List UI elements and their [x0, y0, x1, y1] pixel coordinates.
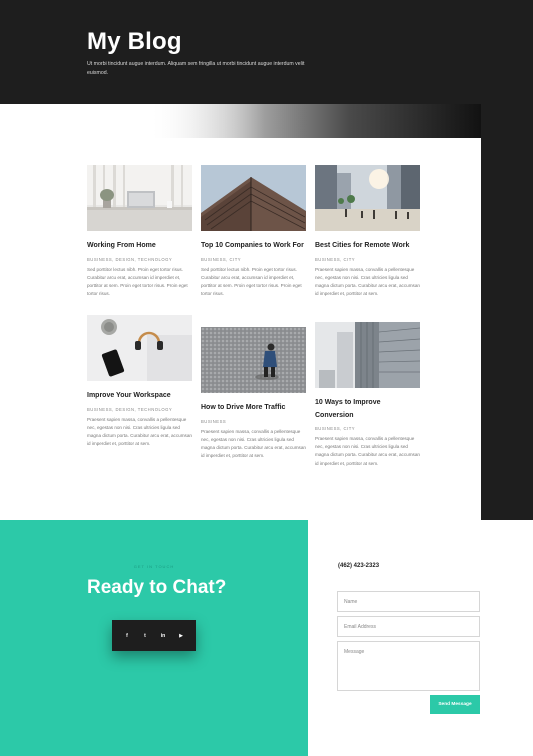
- post-image-desk[interactable]: [87, 165, 192, 231]
- post-title[interactable]: Improve Your Workspace: [87, 390, 192, 403]
- contact-heading: Ready to Chat?: [87, 577, 227, 598]
- post-excerpt: Praesent sapien massa, convallis a pelle…: [87, 416, 192, 447]
- linkedin-icon[interactable]: in: [158, 633, 168, 639]
- send-message-button[interactable]: Send Message: [430, 695, 480, 714]
- post-categories[interactable]: BUSINESS, CITY: [201, 257, 306, 262]
- page-subtitle: Ut morbi tincidunt augue interdum. Aliqu…: [87, 61, 305, 76]
- post-categories[interactable]: BUSINESS, CITY: [315, 257, 420, 262]
- post-categories[interactable]: BUSINESS, DESIGN, TECHNOLOGY: [87, 257, 192, 262]
- post-image-workspace[interactable]: [87, 315, 192, 381]
- post-image-skyscrapers[interactable]: [315, 322, 420, 388]
- post-image-building[interactable]: [201, 165, 306, 231]
- post-excerpt: Sed porttitor lectus nibh. Proin eget to…: [87, 266, 188, 297]
- post-excerpt: Praesent sapien massa, convallis a pelle…: [315, 266, 420, 297]
- post-title[interactable]: How to Drive More Traffic: [201, 402, 306, 415]
- blog-post-card[interactable]: Top 10 Companies to Work For BUSINESS, C…: [201, 165, 306, 298]
- post-excerpt: Sed porttitor lectus nibh. Proin eget to…: [201, 266, 302, 297]
- message-field[interactable]: [337, 641, 480, 691]
- post-categories[interactable]: BUSINESS, CITY: [315, 426, 420, 431]
- contact-kicker: GET IN TOUCH: [133, 564, 175, 569]
- post-title[interactable]: Top 10 Companies to Work For: [201, 240, 306, 253]
- post-title[interactable]: 10 Ways to Improve Conversion: [315, 397, 420, 422]
- blog-post-card[interactable]: Working From Home BUSINESS, DESIGN, TECH…: [87, 165, 192, 298]
- page-title: My Blog: [87, 28, 182, 55]
- gradient-fade: [0, 104, 481, 138]
- post-image-city[interactable]: [315, 165, 420, 231]
- twitter-icon[interactable]: t: [140, 633, 150, 639]
- blog-post-card[interactable]: Improve Your Workspace BUSINESS, DESIGN,…: [87, 315, 192, 448]
- blog-post-card[interactable]: Best Cities for Remote Work BUSINESS, CI…: [315, 165, 420, 298]
- blog-post-card[interactable]: How to Drive More Traffic BUSINESS Praes…: [201, 327, 306, 460]
- post-excerpt: Praesent sapien massa, convallis a pelle…: [201, 428, 306, 459]
- post-title[interactable]: Working From Home: [87, 240, 192, 253]
- blog-hero: My Blog Ut morbi tincidunt augue interdu…: [0, 0, 533, 104]
- contact-phone[interactable]: (462) 423-2323: [338, 563, 379, 569]
- social-links: f t in ▶: [112, 620, 196, 651]
- post-excerpt: Praesent sapien massa, convallis a pelle…: [315, 436, 420, 466]
- contact-cta: GET IN TOUCH Ready to Chat? f t in ▶: [0, 520, 308, 756]
- post-categories[interactable]: BUSINESS, DESIGN, TECHNOLOGY: [87, 407, 192, 412]
- facebook-icon[interactable]: f: [122, 633, 132, 639]
- blog-post-card[interactable]: 10 Ways to Improve Conversion BUSINESS, …: [315, 322, 420, 468]
- name-field[interactable]: [337, 591, 480, 612]
- email-field[interactable]: [337, 616, 480, 637]
- post-title[interactable]: Best Cities for Remote Work: [315, 240, 420, 253]
- post-image-plaza[interactable]: [201, 327, 306, 393]
- post-categories[interactable]: BUSINESS: [201, 419, 306, 424]
- youtube-icon[interactable]: ▶: [176, 633, 186, 639]
- dark-side-bar: [481, 104, 533, 520]
